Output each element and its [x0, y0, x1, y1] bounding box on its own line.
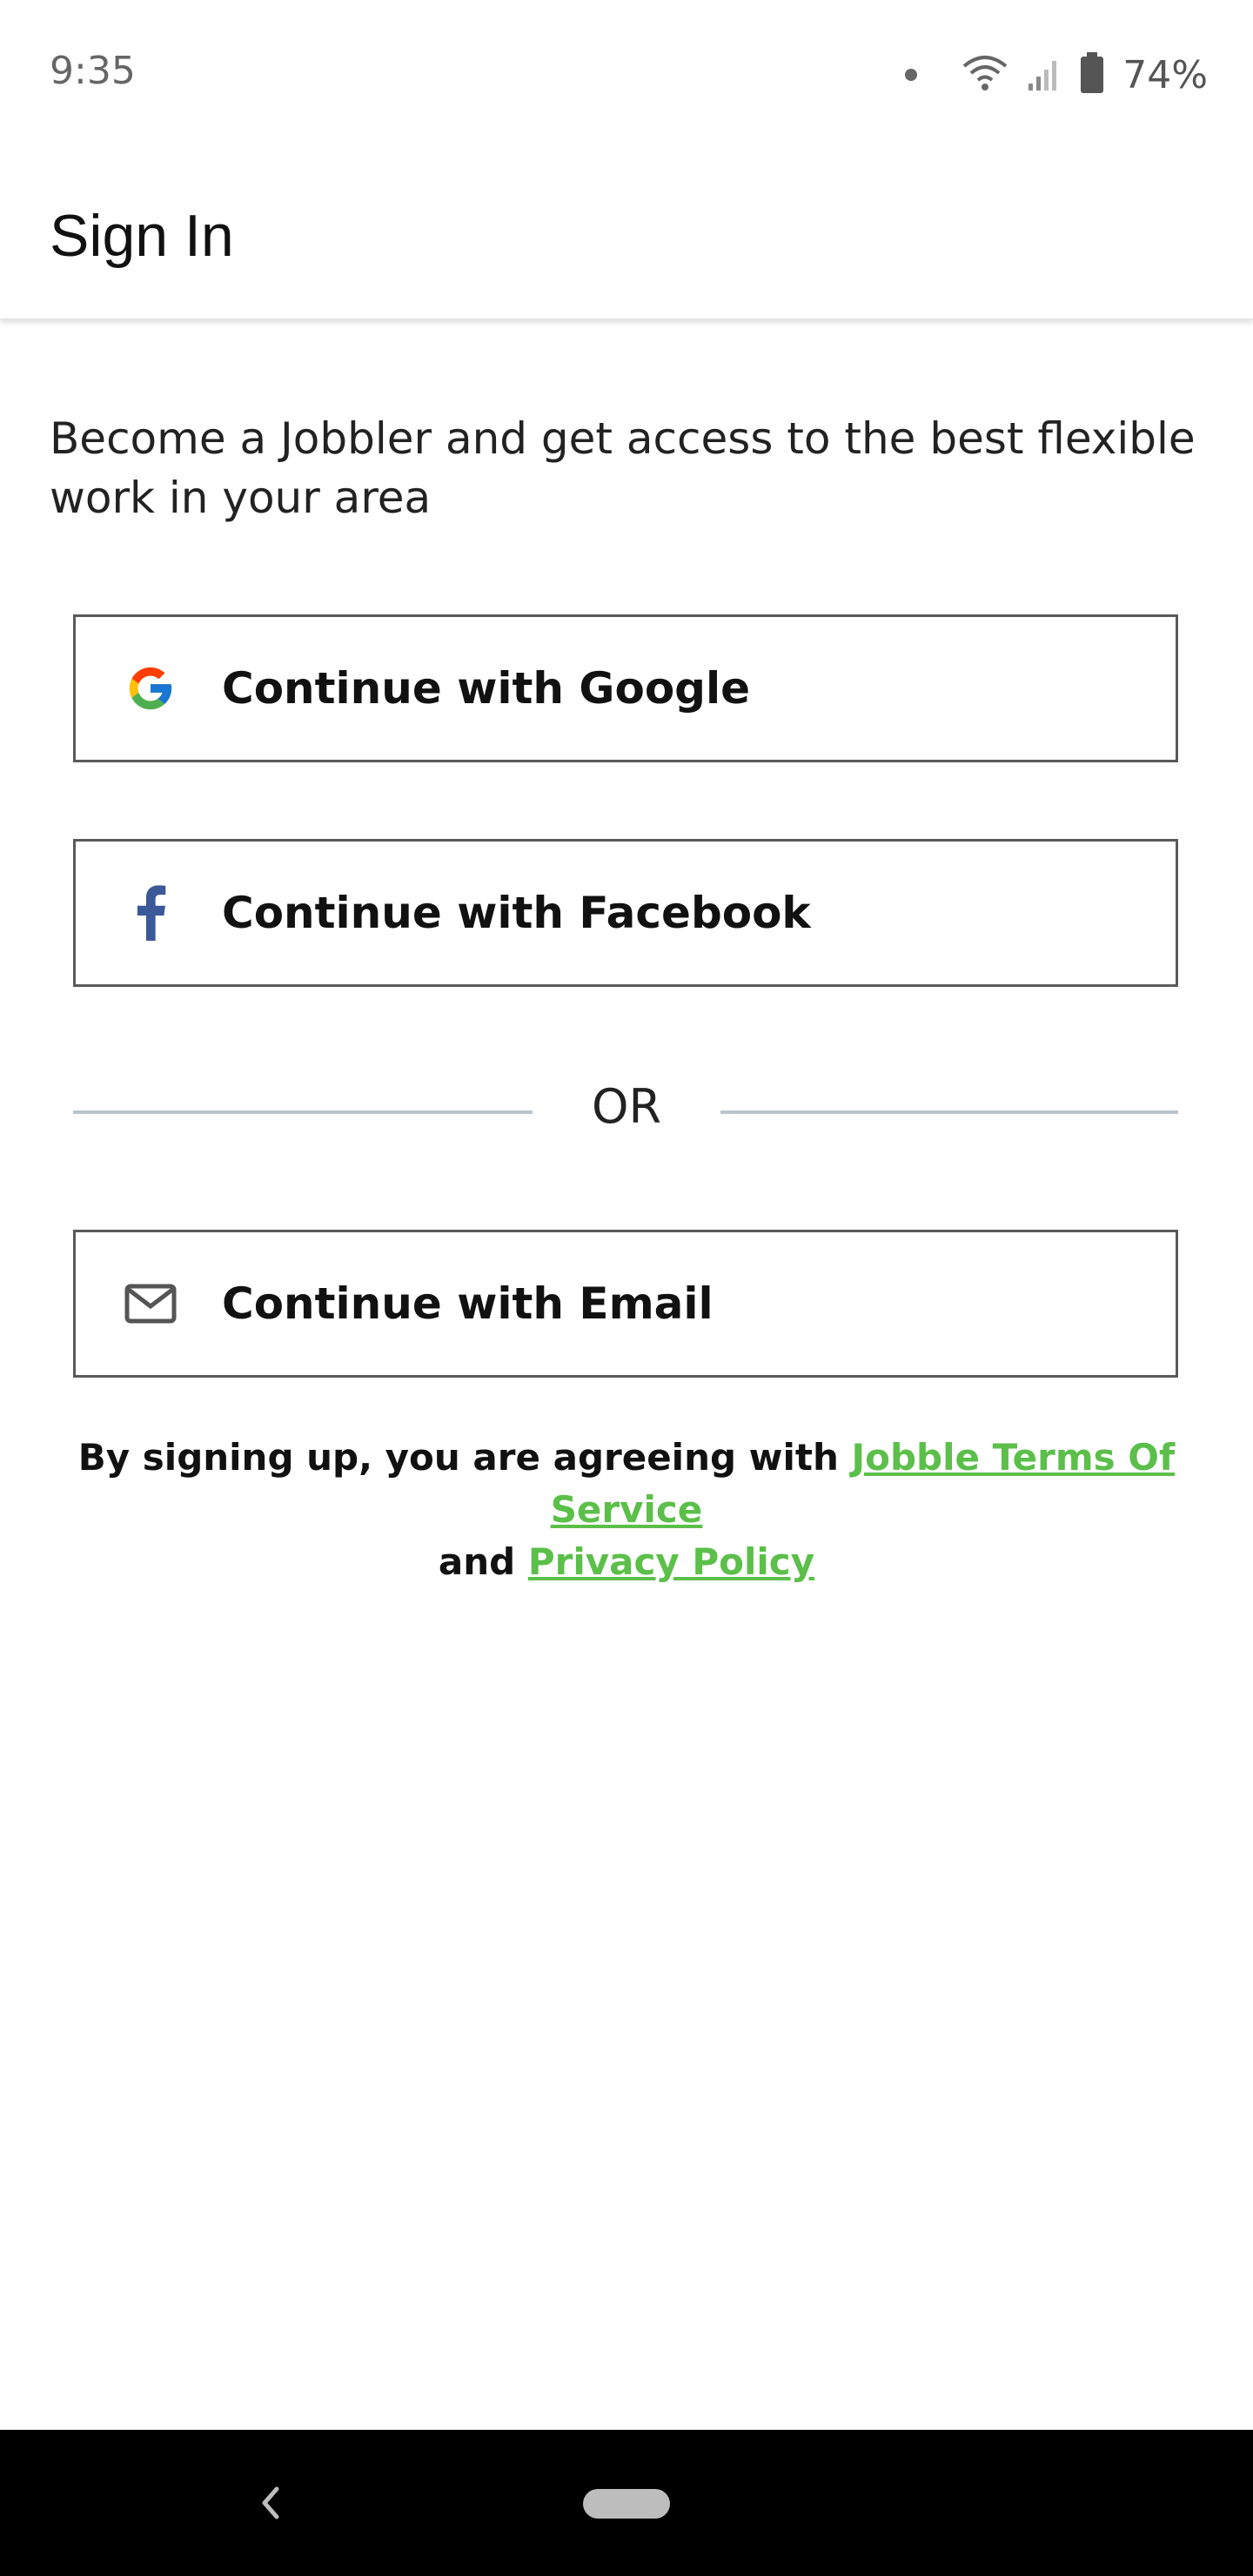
email-button-label: Continue with Email: [222, 1278, 714, 1329]
status-icons: 74%: [905, 49, 1208, 101]
intro-text: Become a Jobbler and get access to the b…: [50, 413, 1196, 523]
continue-with-facebook-button[interactable]: Continue with Facebook: [73, 839, 1178, 987]
divider-left: [73, 1110, 533, 1114]
mail-icon: [124, 1278, 177, 1330]
cell-signal-icon: [1027, 54, 1062, 97]
status-time: 9:35: [50, 49, 136, 93]
google-icon: [124, 662, 177, 714]
google-button-label: Continue with Google: [222, 663, 751, 714]
wifi-icon: [961, 54, 1009, 97]
battery-percent: 74%: [1122, 52, 1208, 97]
continue-with-google-button[interactable]: Continue with Google: [73, 614, 1178, 762]
divider-or-label: OR: [591, 1079, 662, 1134]
legal-middle: and: [438, 1540, 528, 1583]
battery-icon: [1079, 51, 1105, 98]
page-title: Sign In: [50, 203, 234, 269]
status-bar: 9:35 74%: [0, 0, 1253, 148]
legal-prefix: By signing up, you are agreeing with: [77, 1436, 852, 1479]
facebook-icon: [124, 885, 177, 941]
system-nav-bar: [0, 2430, 1253, 2576]
facebook-button-label: Continue with Facebook: [222, 888, 811, 938]
app-bar: Sign In: [0, 148, 1253, 319]
continue-with-email-button[interactable]: Continue with Email: [73, 1230, 1178, 1378]
home-pill-icon[interactable]: [583, 2489, 670, 2519]
notification-dot-icon: [905, 69, 918, 81]
divider-right: [720, 1110, 1178, 1114]
privacy-policy-link[interactable]: Privacy Policy: [528, 1540, 814, 1583]
legal-notice: By signing up, you are agreeing with Job…: [35, 1432, 1218, 1588]
back-icon[interactable]: [252, 2479, 287, 2527]
